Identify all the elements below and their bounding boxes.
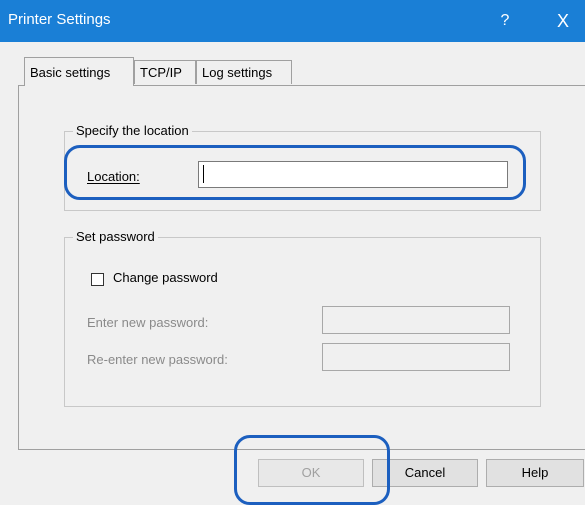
password-group-legend: Set password bbox=[73, 229, 158, 244]
help-icon[interactable]: ? bbox=[490, 8, 520, 34]
new-password-label: Enter new password: bbox=[87, 315, 209, 330]
change-password-checkbox[interactable] bbox=[91, 273, 104, 286]
help-button[interactable]: Help bbox=[486, 459, 584, 487]
tab-label: Log settings bbox=[202, 65, 273, 80]
reenter-password-label: Re-enter new password: bbox=[87, 352, 228, 367]
tab-label: Basic settings bbox=[30, 65, 111, 80]
change-password-label[interactable]: Change password bbox=[113, 270, 218, 285]
location-group-legend: Specify the location bbox=[73, 123, 192, 138]
cancel-button-label: Cancel bbox=[404, 465, 446, 480]
help-button-label: Help bbox=[521, 465, 549, 480]
tab-label: TCP/IP bbox=[140, 65, 182, 80]
tab-log-settings[interactable]: Log settings bbox=[196, 60, 292, 84]
window-title: Printer Settings bbox=[8, 11, 111, 28]
title-bar: Printer Settings ? X bbox=[0, 0, 585, 42]
location-highlight-outline bbox=[64, 145, 526, 200]
new-password-input[interactable] bbox=[322, 306, 510, 334]
ok-button-highlight-outline bbox=[234, 435, 390, 505]
tab-tcp-ip[interactable]: TCP/IP bbox=[134, 60, 196, 84]
close-icon[interactable]: X bbox=[548, 8, 578, 34]
tab-basic-settings[interactable]: Basic settings bbox=[24, 57, 134, 86]
reenter-password-input[interactable] bbox=[322, 343, 510, 371]
